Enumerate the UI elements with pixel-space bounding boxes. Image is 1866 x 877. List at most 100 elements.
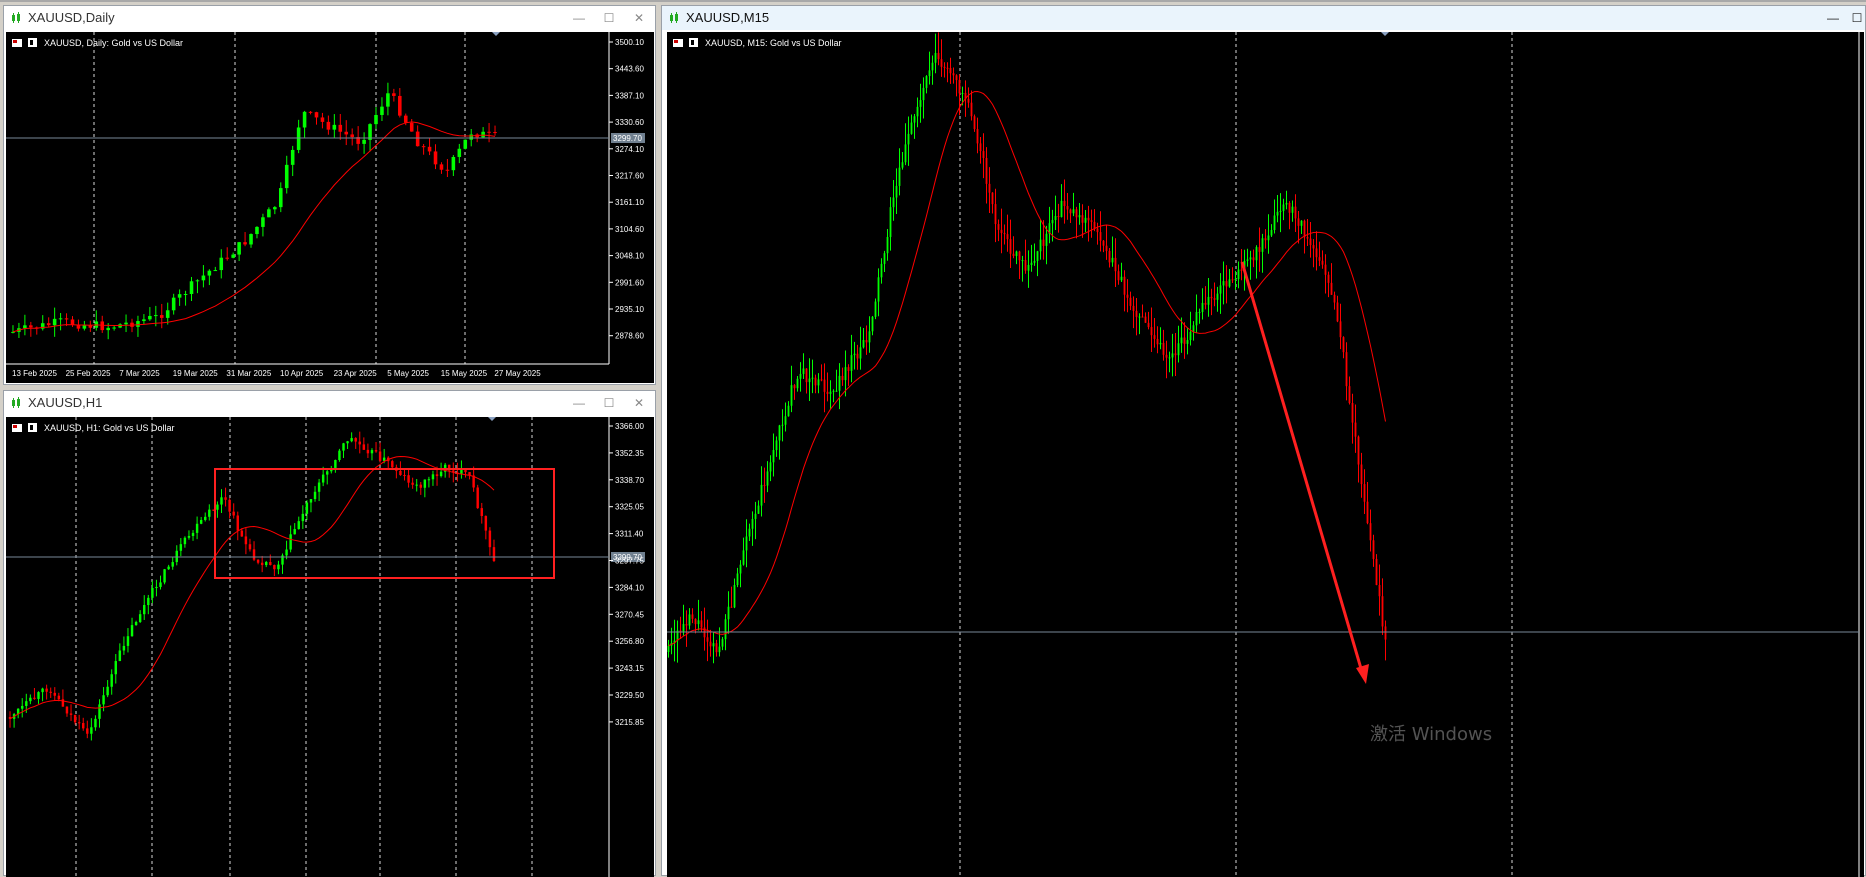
candle-body	[940, 59, 943, 67]
candle-body	[374, 114, 378, 125]
candle-body	[53, 692, 56, 696]
candle-body	[29, 697, 32, 702]
candle-body	[134, 621, 138, 626]
candle-body	[1309, 238, 1312, 246]
candle-body	[392, 93, 396, 96]
candle-body	[1333, 294, 1336, 303]
window-titlebar-m15[interactable]: XAUUSD,M15 — ☐	[662, 6, 1865, 30]
candle-body	[82, 723, 85, 729]
candle-body	[1306, 237, 1309, 239]
candle-body	[77, 722, 81, 724]
time-tick-label: 19 Mar 2025	[173, 369, 218, 378]
candle-body	[781, 424, 784, 426]
candle-body	[1003, 232, 1006, 235]
candle-body	[769, 462, 772, 472]
candle-body	[844, 367, 847, 381]
candle-body	[338, 450, 341, 460]
candle-icon	[670, 12, 678, 23]
chart-window-h1[interactable]: XAUUSD,H1 — ☐ ✕ XAUUSD, H1: Gold vs US D…	[3, 390, 656, 877]
price-tick-label: 3338.70	[615, 476, 644, 485]
candle-body	[204, 516, 207, 520]
candle-body	[326, 471, 329, 475]
candle-body	[1105, 245, 1108, 251]
maximize-button[interactable]: ☐	[598, 9, 620, 27]
chart-svg-h1[interactable]: XAUUSD, H1: Gold vs US Dollar3299.703366…	[6, 417, 654, 877]
chart-icon-bar	[30, 425, 33, 430]
candle-body	[1315, 248, 1318, 258]
chart-window-daily[interactable]: XAUUSD,Daily — ☐ ✕ XAUUSD, Daily: Gold v…	[3, 5, 656, 385]
price-tick-label: 3270.45	[615, 610, 644, 619]
candle-body	[979, 143, 982, 152]
candle-body	[754, 513, 757, 520]
candle-body	[1294, 206, 1297, 219]
candle-body	[366, 449, 370, 454]
candle-body	[1045, 233, 1048, 246]
candle-body	[165, 310, 170, 318]
candle-body	[1378, 584, 1381, 597]
chart-area-daily[interactable]: XAUUSD, Daily: Gold vs US Dollar 3299.70 3…	[6, 32, 654, 383]
candle-body	[403, 115, 408, 123]
chart-area-m15[interactable]: XAUUSD, M15: Gold vs US Dollar 激活 Windows	[667, 32, 1864, 877]
candle-body	[901, 162, 904, 168]
candle-body	[739, 564, 742, 574]
chart-svg-m15[interactable]: XAUUSD, M15: Gold vs US Dollar 激活 Windows	[667, 32, 1864, 877]
candle-body	[427, 479, 431, 481]
window-titlebar-daily[interactable]: XAUUSD,Daily — ☐ ✕	[4, 6, 655, 30]
candle-body	[1123, 276, 1126, 295]
maximize-button[interactable]: ☐	[1846, 9, 1866, 27]
candle-body	[1087, 217, 1090, 221]
candle-body	[1069, 209, 1072, 214]
candle-body	[994, 204, 997, 225]
candle-body	[58, 318, 63, 320]
candle-body	[451, 156, 456, 171]
shift-marker-icon	[492, 32, 500, 36]
minimize-button[interactable]: —	[1822, 9, 1844, 27]
candle-body	[838, 375, 841, 391]
maximize-button[interactable]: ☐	[598, 394, 620, 412]
minimize-button[interactable]: —	[568, 9, 590, 27]
candle-body	[868, 331, 871, 343]
candle-body	[463, 139, 468, 149]
candle-body	[106, 686, 109, 696]
candle-body	[1108, 250, 1111, 263]
candle-body	[811, 377, 814, 379]
candle-body	[431, 474, 435, 480]
close-button[interactable]: ✕	[628, 9, 650, 27]
activation-watermark: 激活 Windows	[1370, 724, 1492, 745]
price-tick-label: 3048.10	[615, 252, 644, 261]
candle-body	[886, 237, 889, 254]
minimize-button[interactable]: —	[568, 394, 590, 412]
candle-body	[289, 534, 292, 550]
candle-body	[255, 226, 259, 235]
candle-body	[1276, 211, 1279, 216]
candle-body	[1111, 257, 1114, 263]
candle-body	[484, 516, 488, 531]
candle-body	[685, 624, 688, 626]
close-button[interactable]: ✕	[628, 394, 650, 412]
chart-area-h1[interactable]: XAUUSD, H1: Gold vs US Dollar 3299.70 3366…	[6, 417, 654, 877]
candle-body	[1168, 357, 1171, 359]
candle-body	[33, 697, 36, 699]
candle-body	[982, 151, 985, 158]
candle-body	[70, 319, 75, 325]
candle-body	[1129, 297, 1132, 306]
candle-body	[1012, 253, 1015, 256]
candle-body	[207, 270, 212, 276]
price-tick-label: 3297.75	[615, 557, 644, 566]
candle-body	[301, 513, 305, 522]
candle-body	[736, 573, 739, 585]
window-titlebar-h1[interactable]: XAUUSD,H1 — ☐ ✕	[4, 391, 655, 415]
candle-body	[697, 620, 700, 625]
candle-body	[829, 391, 832, 394]
candle-body	[29, 325, 33, 328]
price-tick-label: 3443.60	[615, 65, 644, 74]
candle-body	[880, 263, 883, 278]
price-tick-label: 3161.10	[615, 198, 644, 207]
chart-svg-daily[interactable]: XAUUSD, Daily: Gold vs US Dollar 3299.70 3…	[6, 32, 654, 383]
candle-body	[480, 508, 483, 517]
candle-body	[285, 549, 288, 556]
candle-body	[391, 461, 394, 468]
chart-window-m15[interactable]: XAUUSD,M15 — ☐ XAUUSD, M15: Gold vs US D…	[661, 5, 1866, 877]
candle-body	[1174, 353, 1177, 356]
candle-body	[313, 491, 317, 500]
